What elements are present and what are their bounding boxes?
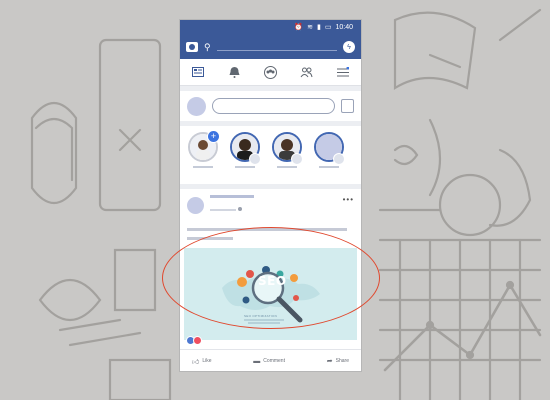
main-nav-bar (180, 59, 361, 86)
user-avatar[interactable] (187, 96, 206, 116)
search-icon[interactable]: ⚲ (204, 42, 211, 52)
post-text-placeholder (187, 237, 233, 240)
post-header: ••• (180, 189, 361, 222)
friends-icon[interactable] (300, 65, 314, 79)
groups-icon[interactable] (263, 65, 277, 79)
signal-icon: ▮ (316, 24, 321, 31)
photo-upload-icon[interactable] (341, 99, 354, 113)
post-actions: 👍︎ Like ▬ Comment ➦ Share (180, 349, 361, 371)
story-status-dot (249, 153, 261, 165)
story-item[interactable] (270, 132, 304, 168)
story-status-dot (291, 153, 303, 165)
timestamp-placeholder (210, 209, 236, 211)
comment-label: Comment (263, 358, 285, 364)
story-item[interactable] (228, 132, 262, 168)
comment-icon: ▬ (253, 357, 261, 365)
post-author-avatar[interactable] (187, 197, 204, 214)
share-label: Share (335, 358, 349, 364)
post-author-info (210, 195, 337, 216)
menu-icon[interactable] (336, 65, 350, 79)
love-reaction-icon (193, 336, 202, 345)
globe-icon (238, 207, 242, 211)
post-image-seo[interactable]: SEO SEO OPTIMIZATION (184, 248, 357, 340)
battery-icon: ▭ (324, 24, 332, 31)
feed-post: ••• SEO SEO OPTIMIZATION 👍︎ Like ▬ Comme… (180, 189, 361, 371)
wifi-icon: ≋ (307, 24, 313, 31)
status-time: 10:40 (335, 24, 353, 31)
share-button[interactable]: ➦ Share (327, 357, 349, 365)
reaction-summary[interactable] (186, 336, 202, 345)
stories-strip: + (180, 126, 361, 184)
camera-icon[interactable] (186, 42, 198, 52)
story-add[interactable]: + (186, 130, 220, 168)
add-story-icon[interactable]: + (207, 130, 220, 143)
notifications-bell-icon[interactable] (227, 65, 241, 79)
like-label: Like (202, 358, 212, 364)
status-input[interactable] (212, 98, 335, 114)
news-feed-icon[interactable] (191, 65, 205, 79)
search-input[interactable] (216, 50, 337, 51)
story-name-placeholder (235, 166, 255, 168)
image-subtitle: SEO OPTIMIZATION (244, 314, 278, 318)
comment-button[interactable]: ▬ Comment (253, 358, 285, 365)
status-bar: ⏰ ≋ ▮ ▭ 10:40 (180, 20, 361, 35)
story-item[interactable] (312, 132, 346, 168)
seo-illustration (184, 248, 357, 340)
share-icon: ➦ (326, 358, 333, 365)
story-name-placeholder (277, 166, 297, 168)
thumbs-up-icon: 👍︎ (192, 358, 200, 366)
post-composer (180, 91, 361, 121)
story-name-placeholder (193, 166, 213, 168)
top-search-bar: ⚲ ϟ (180, 35, 361, 59)
alarm-icon: ⏰ (294, 24, 304, 31)
post-text-placeholder (187, 228, 347, 231)
phone-mockup: ⏰ ≋ ▮ ▭ 10:40 ⚲ ϟ + ••• SEO SEO OPTIMIZA… (180, 20, 361, 371)
image-headline: SEO (258, 274, 287, 288)
messenger-icon[interactable]: ϟ (343, 41, 355, 53)
more-options-icon[interactable]: ••• (343, 195, 354, 204)
story-name-placeholder (319, 166, 339, 168)
like-button[interactable]: 👍︎ Like (192, 357, 212, 366)
story-status-dot (333, 153, 345, 165)
